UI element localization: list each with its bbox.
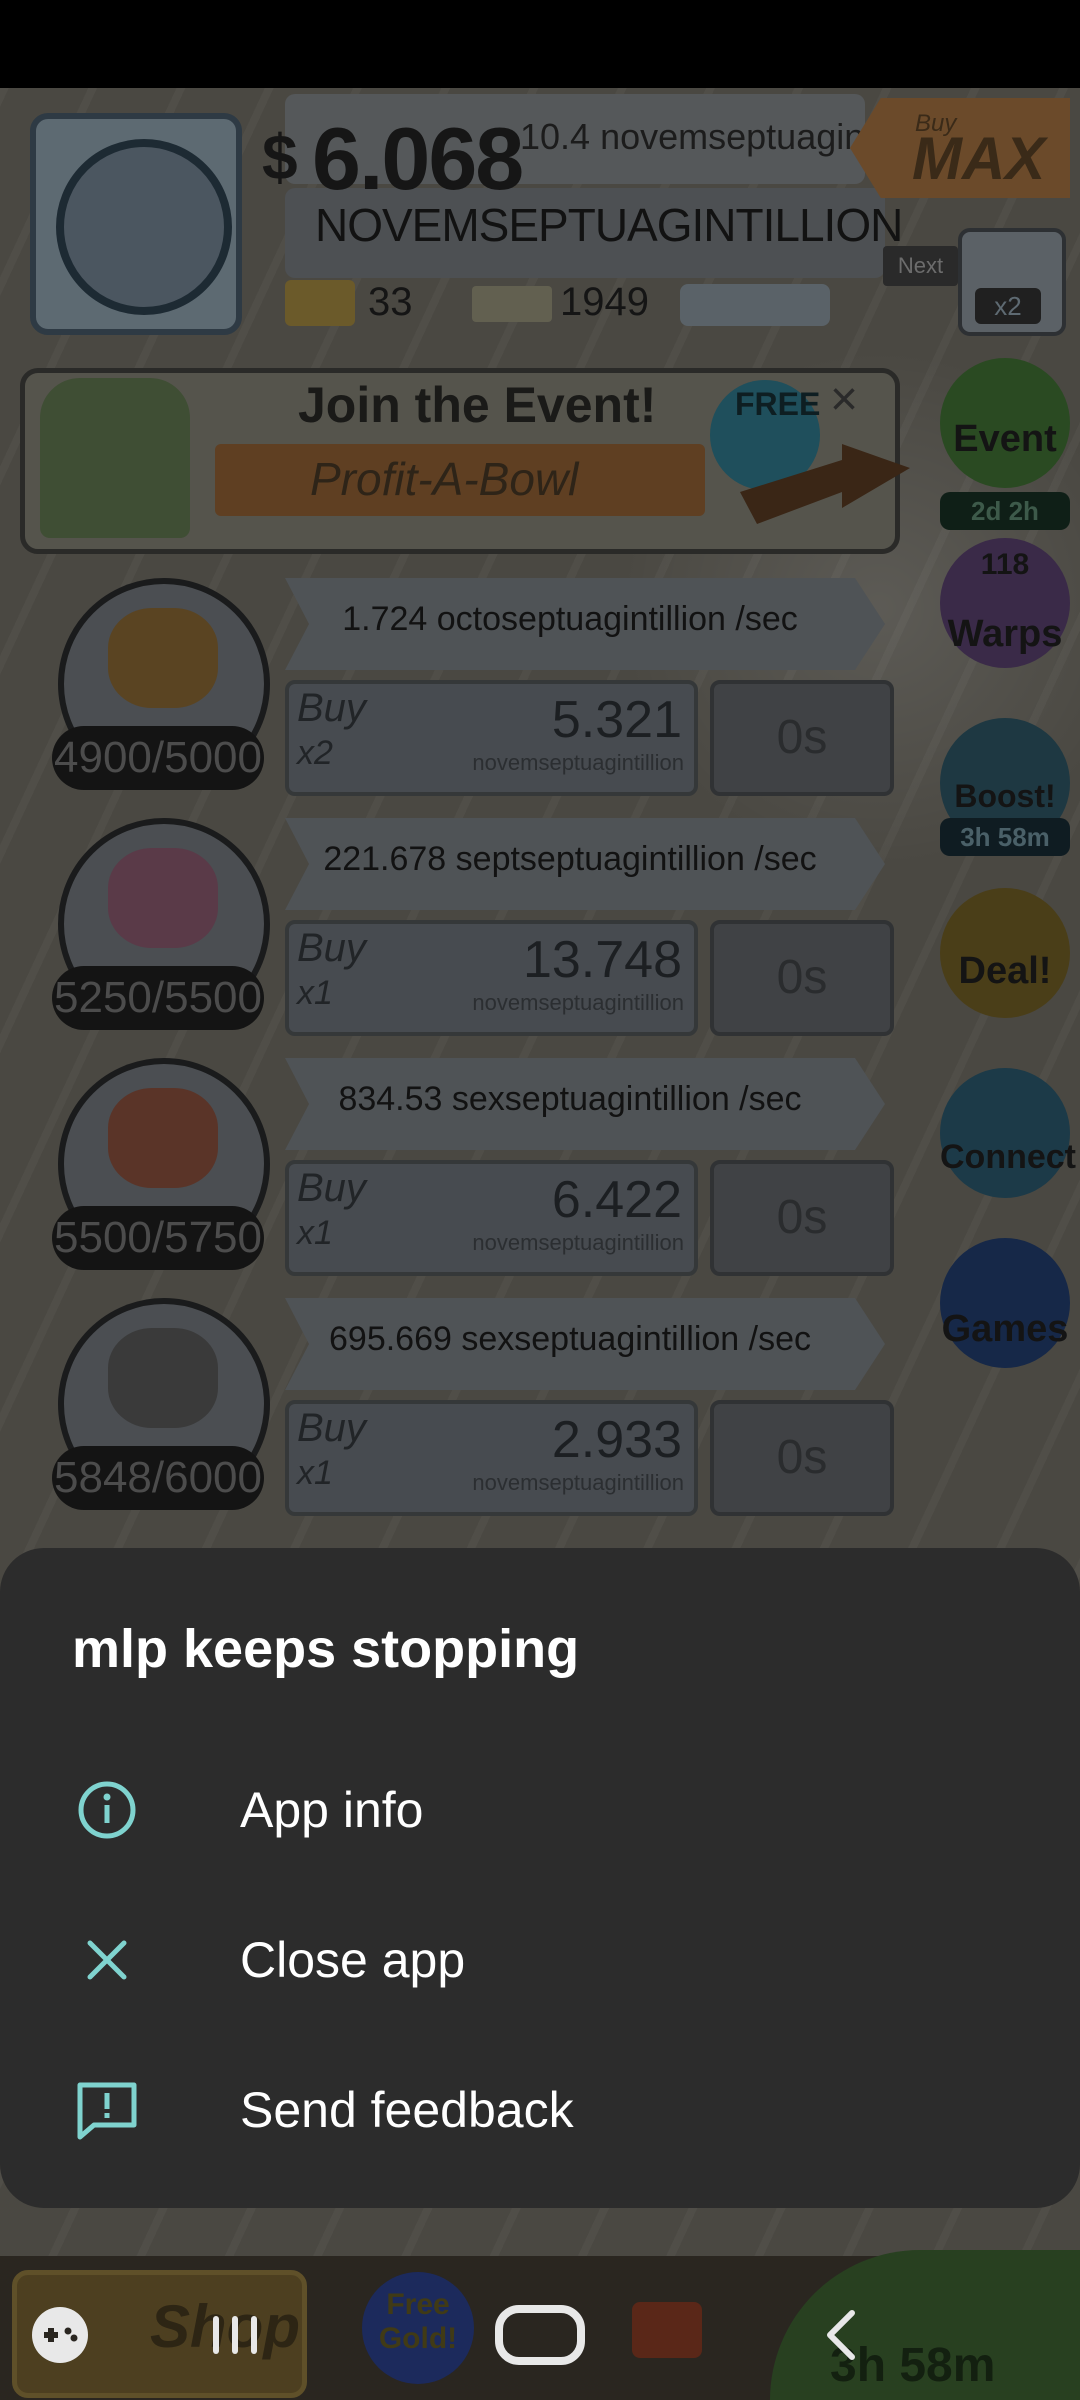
business-rate: 1.724 octoseptuagintillion /sec [342,600,798,638]
pizza-icon [108,608,218,708]
recent-apps-icon[interactable] [190,2290,280,2380]
event-button-label: Event [953,418,1057,460]
business-owned-count: 5250/5500 [52,966,264,1030]
business-rate: 695.669 sexseptuagintillion /sec [329,1320,811,1358]
buy-multiplier: x1 [297,1454,333,1492]
next-upgrade-label: Next [883,246,958,286]
free-badge-label: FREE [735,386,821,422]
warps-count: 118 [980,548,1030,581]
deal-label: Deal! [958,950,1052,992]
buy-cost-unit: novemseptuagintillion [472,750,684,775]
business-owned-count: 5848/6000 [52,1446,264,1510]
business-row: 5250/5500 221.678 septseptuagintillion /… [0,818,900,1038]
status-bar [0,0,1080,88]
money-value: 6.068 [312,109,524,208]
connect-button[interactable] [940,1068,1070,1198]
manager-avatar[interactable] [30,113,242,335]
app-info-label: App info [240,1782,424,1838]
back-icon[interactable] [800,2290,880,2380]
business-rate: 221.678 septseptuagintillion /sec [323,840,817,878]
event-close-icon[interactable]: × [830,372,858,427]
games-label: Games [941,1308,1069,1350]
business-owned-count: 5500/5750 [52,1206,264,1270]
buy-label: Buy [297,1406,366,1450]
buy-label: Buy [297,1166,366,1210]
event-timer: 2d 2h [940,492,1070,530]
business-rate: 834.53 sexseptuagintillion /sec [338,1080,802,1118]
close-app-option[interactable]: Close app [0,1890,1080,2030]
buy-cost: 5.321 [551,691,682,749]
hockey-icon [108,1328,218,1428]
boost-label: Boost! [954,778,1056,814]
money-symbol: $ [262,121,298,193]
buy-multiplier: x1 [297,1214,333,1252]
buy-cost: 13.748 [522,931,682,989]
donut-icon [108,848,218,948]
gold-count: 33 [368,280,413,324]
buy-multiplier: x2 [297,734,333,772]
ticket-icon [680,284,830,326]
dialog-title: mlp keeps stopping [72,1619,580,1679]
boost-timer: 3h 58m [940,818,1070,856]
angel-count: 1949 [560,280,649,324]
business-owned-count: 4900/5000 [52,726,264,790]
business-row: 5848/6000 695.669 sexseptuagintillion /s… [0,1298,900,1518]
avatar-face-icon [56,139,232,315]
business-timer: 0s [710,1160,894,1276]
buy-cost-unit: novemseptuagintillion [472,1470,684,1495]
business-timer: 0s [710,680,894,796]
alert-icon[interactable] [632,2302,702,2358]
close-icon [72,1925,142,1995]
home-icon[interactable] [490,2290,590,2380]
business-row: 5500/5750 834.53 sexseptuagintillion /se… [0,1058,900,1278]
buy-multiplier: x1 [297,974,333,1012]
business-timer: 0s [710,920,894,1036]
warps-label: Warps [947,613,1063,655]
send-feedback-label: Send feedback [240,2082,574,2138]
buy-max-label: MAX [912,125,1046,192]
business-timer: 0s [710,1400,894,1516]
send-feedback-option[interactable]: Send feedback [0,2040,1080,2180]
angel-investor-icon [472,286,552,322]
shrimp-icon [108,1088,218,1188]
buy-label: Buy [297,686,366,730]
event-host-icon [40,378,190,538]
buy-cost-unit: novemseptuagintillion [472,1230,684,1255]
event-subtitle: Profit-A-Bowl [310,453,579,505]
business-row: 4900/5000 1.724 octoseptuagintillion /se… [0,578,900,798]
money-magnitude: NOVEMSEPTUAGINTILLION [315,199,903,251]
feedback-icon [72,2075,142,2145]
info-icon [72,1775,142,1845]
app-info-option[interactable]: App info [0,1740,1080,1880]
buy-cost: 2.933 [551,1411,682,1469]
gamepad-icon[interactable] [20,2290,100,2380]
buy-cost-unit: novemseptuagintillion [472,990,684,1015]
connect-label: Connect [940,1138,1076,1176]
close-app-label: Close app [240,1932,466,1988]
next-upgrade-multiplier: x2 [975,288,1041,324]
gold-icon [285,280,355,326]
buy-label: Buy [297,926,366,970]
event-title: Join the Event! [298,377,657,433]
buy-cost: 6.422 [551,1171,682,1229]
free-gold-label: Free Gold! [378,2288,458,2355]
